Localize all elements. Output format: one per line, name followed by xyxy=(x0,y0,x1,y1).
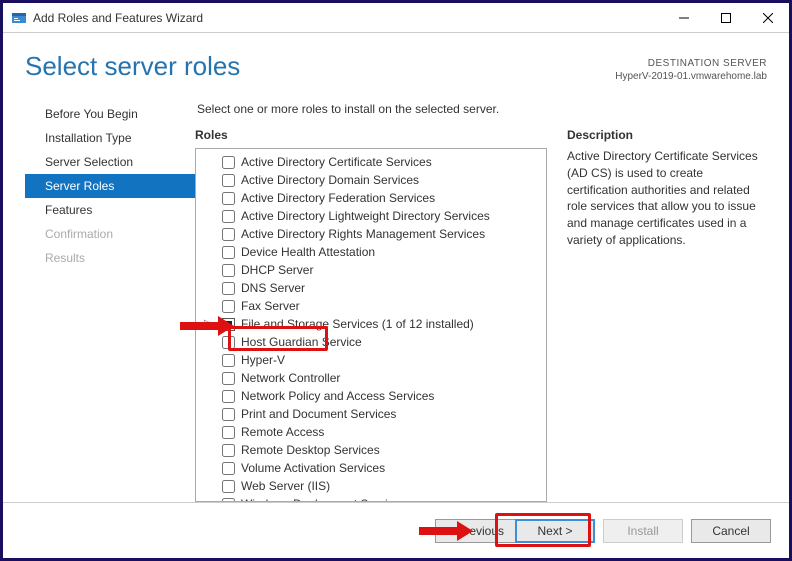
step-features[interactable]: Features xyxy=(25,198,195,222)
role-label: Network Policy and Access Services xyxy=(241,388,434,404)
expand-chevron-icon[interactable]: ▷ xyxy=(204,316,214,332)
role-item[interactable]: Network Controller xyxy=(196,369,546,387)
role-label: Active Directory Federation Services xyxy=(241,190,435,206)
role-checkbox[interactable] xyxy=(222,300,235,313)
window-title: Add Roles and Features Wizard xyxy=(33,11,663,25)
role-checkbox[interactable] xyxy=(222,390,235,403)
role-label: Device Health Attestation xyxy=(241,244,375,260)
role-item[interactable]: Active Directory Lightweight Directory S… xyxy=(196,207,546,225)
role-item[interactable]: DHCP Server xyxy=(196,261,546,279)
step-before-you-begin[interactable]: Before You Begin xyxy=(25,102,195,126)
role-label: Active Directory Lightweight Directory S… xyxy=(241,208,490,224)
role-checkbox[interactable] xyxy=(222,498,235,502)
maximize-button[interactable] xyxy=(705,3,747,32)
titlebar: Add Roles and Features Wizard xyxy=(3,3,789,33)
role-label: DHCP Server xyxy=(241,262,313,278)
role-item[interactable]: Windows Deployment Services xyxy=(196,495,546,501)
destination-label: DESTINATION SERVER xyxy=(615,57,767,70)
cancel-button[interactable]: Cancel xyxy=(691,519,771,543)
role-checkbox[interactable] xyxy=(222,264,235,277)
close-button[interactable] xyxy=(747,3,789,32)
role-checkbox[interactable] xyxy=(222,246,235,259)
next-button[interactable]: Next > xyxy=(515,519,595,543)
destination-value: HyperV-2019-01.vmwarehome.lab xyxy=(615,70,767,83)
window-buttons xyxy=(663,3,789,32)
role-label: Remote Desktop Services xyxy=(241,442,380,458)
install-button: Install xyxy=(603,519,683,543)
role-item[interactable]: Device Health Attestation xyxy=(196,243,546,261)
role-label: Host Guardian Service xyxy=(241,334,362,350)
role-label: Windows Deployment Services xyxy=(241,496,406,501)
role-checkbox[interactable] xyxy=(222,228,235,241)
step-installation-type[interactable]: Installation Type xyxy=(25,126,195,150)
role-item[interactable]: Active Directory Rights Management Servi… xyxy=(196,225,546,243)
role-label: Network Controller xyxy=(241,370,340,386)
role-checkbox[interactable] xyxy=(222,462,235,475)
content-area: Select server roles DESTINATION SERVER H… xyxy=(3,33,789,502)
role-label: Hyper-V xyxy=(241,352,285,368)
description-text: Active Directory Certificate Services (A… xyxy=(567,148,767,249)
role-item[interactable]: ▷ File and Storage Services (1 of 12 inst… xyxy=(196,315,546,333)
previous-button[interactable]: < Previous xyxy=(435,519,515,543)
minimize-button[interactable] xyxy=(663,3,705,32)
role-checkbox[interactable] xyxy=(222,444,235,457)
step-server-selection[interactable]: Server Selection xyxy=(25,150,195,174)
role-label: Active Directory Certificate Services xyxy=(241,154,432,170)
main-panel: Select one or more roles to install on t… xyxy=(195,100,767,502)
role-checkbox[interactable] xyxy=(222,372,235,385)
role-item[interactable]: Hyper-V xyxy=(196,351,546,369)
instruction-text: Select one or more roles to install on t… xyxy=(197,102,767,116)
role-item[interactable]: Host Guardian Service xyxy=(196,333,546,351)
role-label: Active Directory Domain Services xyxy=(241,172,419,188)
step-confirmation: Confirmation xyxy=(25,222,195,246)
page-title: Select server roles xyxy=(25,51,240,82)
role-item[interactable]: Active Directory Domain Services xyxy=(196,171,546,189)
role-checkbox[interactable] xyxy=(222,210,235,223)
role-checkbox[interactable] xyxy=(222,192,235,205)
role-checkbox[interactable] xyxy=(222,282,235,295)
role-checkbox[interactable] xyxy=(222,480,235,493)
app-icon xyxy=(11,10,27,26)
role-checkbox[interactable] xyxy=(222,336,235,349)
role-label: Web Server (IIS) xyxy=(241,478,330,494)
role-label: Fax Server xyxy=(241,298,300,314)
role-item[interactable]: Active Directory Certificate Services xyxy=(196,153,546,171)
checkbox-partial[interactable] xyxy=(222,318,235,331)
step-server-roles[interactable]: Server Roles xyxy=(25,174,195,198)
role-label: Print and Document Services xyxy=(241,406,396,422)
roles-listbox[interactable]: Active Directory Certificate Services Act… xyxy=(195,148,547,502)
footer: < Previous Next > Install Cancel xyxy=(3,502,789,558)
roles-heading: Roles xyxy=(195,128,547,142)
role-checkbox[interactable] xyxy=(222,174,235,187)
role-item[interactable]: DNS Server xyxy=(196,279,546,297)
role-label: Active Directory Rights Management Servi… xyxy=(241,226,485,242)
role-checkbox[interactable] xyxy=(222,408,235,421)
role-item[interactable]: Active Directory Federation Services xyxy=(196,189,546,207)
step-results: Results xyxy=(25,246,195,270)
role-label: Volume Activation Services xyxy=(241,460,385,476)
destination-server: DESTINATION SERVER HyperV-2019-01.vmware… xyxy=(615,57,767,83)
role-item[interactable]: Volume Activation Services xyxy=(196,459,546,477)
role-item[interactable]: Print and Document Services xyxy=(196,405,546,423)
role-checkbox[interactable] xyxy=(222,426,235,439)
role-checkbox[interactable] xyxy=(222,354,235,367)
role-item[interactable]: Web Server (IIS) xyxy=(196,477,546,495)
role-label: File and Storage Services (1 of 12 insta… xyxy=(241,316,474,332)
description-heading: Description xyxy=(567,128,767,142)
role-label: DNS Server xyxy=(241,280,305,296)
role-item[interactable]: Fax Server xyxy=(196,297,546,315)
role-checkbox[interactable] xyxy=(222,156,235,169)
wizard-window: Add Roles and Features Wizard Select ser… xyxy=(0,0,792,561)
role-item[interactable]: Remote Access xyxy=(196,423,546,441)
role-item[interactable]: Remote Desktop Services xyxy=(196,441,546,459)
steps-nav: Before You BeginInstallation TypeServer … xyxy=(25,100,195,502)
role-item[interactable]: Network Policy and Access Services xyxy=(196,387,546,405)
prev-next-group: < Previous Next > xyxy=(435,519,595,543)
role-label: Remote Access xyxy=(241,424,324,440)
